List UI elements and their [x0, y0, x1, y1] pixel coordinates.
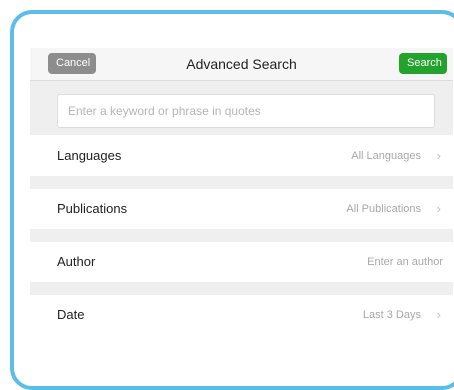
languages-row[interactable]: Languages All Languages ›: [30, 136, 453, 176]
chevron-right-icon: ›: [436, 201, 441, 216]
keyword-search-input[interactable]: [57, 94, 435, 128]
advanced-search-screen: Cancel Advanced Search Search Languages …: [30, 48, 453, 378]
section-divider: [30, 282, 453, 295]
author-row[interactable]: Author Enter an author: [30, 242, 453, 282]
chevron-right-icon: ›: [436, 307, 441, 322]
chevron-right-icon: ›: [436, 148, 441, 163]
navigation-bar: Cancel Advanced Search Search: [30, 48, 453, 81]
publications-label: Publications: [57, 201, 128, 216]
cancel-button[interactable]: Cancel: [48, 53, 96, 74]
search-section: [30, 81, 453, 135]
publications-value: All Publications: [346, 203, 421, 215]
device-frame: Cancel Advanced Search Search Languages …: [10, 10, 454, 390]
date-label: Date: [57, 307, 85, 322]
languages-value: All Languages: [351, 150, 421, 162]
publications-row[interactable]: Publications All Publications ›: [30, 189, 453, 229]
author-input-placeholder[interactable]: Enter an author: [367, 242, 443, 282]
author-label: Author: [57, 254, 96, 269]
languages-label: Languages: [57, 148, 122, 163]
section-divider: [30, 176, 453, 189]
search-button[interactable]: Search: [399, 53, 447, 74]
date-value: Last 3 Days: [362, 309, 421, 321]
section-divider: [30, 229, 453, 242]
date-row[interactable]: Date Last 3 Days ›: [30, 295, 453, 335]
